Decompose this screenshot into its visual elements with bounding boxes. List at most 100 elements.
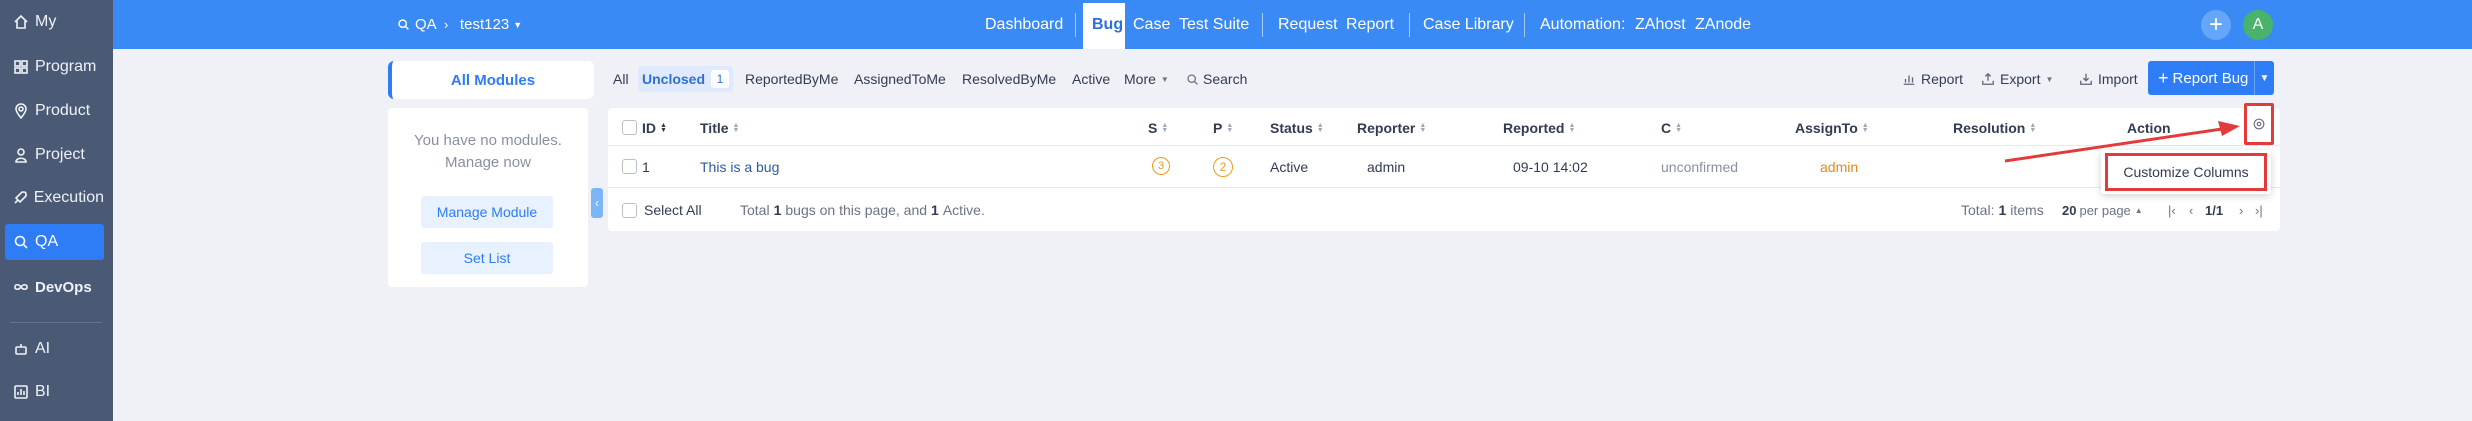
sort-icon: ▲ ▼ bbox=[1316, 122, 1324, 134]
sort-icon: ▲ ▼ bbox=[1226, 122, 1234, 134]
bug-status: Active bbox=[1270, 159, 1309, 175]
nav-bug[interactable]: Bug bbox=[1092, 0, 1123, 49]
column-header-label: AssignTo bbox=[1795, 120, 1858, 136]
chevron-up-icon: ▲ bbox=[2134, 205, 2143, 215]
column-header-resolution[interactable]: Resolution ▲ ▼ bbox=[1953, 119, 2036, 137]
report-bug-main[interactable]: + Report Bug bbox=[2148, 68, 2254, 89]
pin-icon bbox=[12, 102, 30, 120]
per-page-selector[interactable]: 20 per page ▲ bbox=[2062, 200, 2143, 220]
first-page-icon[interactable]: |‹ bbox=[2168, 203, 2176, 218]
column-settings-button[interactable] bbox=[2244, 103, 2274, 145]
column-header-priority[interactable]: P ▲ ▼ bbox=[1213, 119, 1233, 137]
export-label: Export bbox=[2000, 71, 2041, 87]
sidebar-item-my[interactable]: My bbox=[5, 4, 104, 40]
sort-icon: ▲ ▼ bbox=[660, 122, 667, 134]
column-header-label: Reporter bbox=[1357, 120, 1416, 136]
nav-case-library[interactable]: Case Library bbox=[1423, 0, 1514, 49]
breadcrumb-separator-icon: › bbox=[444, 17, 449, 32]
nav-request[interactable]: Request bbox=[1278, 0, 1338, 49]
priority-badge: 2 bbox=[1213, 157, 1233, 177]
nav-divider bbox=[1524, 13, 1525, 37]
column-header-reported[interactable]: Reported ▲ ▼ bbox=[1503, 119, 1575, 137]
summary-count: 1 bbox=[773, 202, 782, 218]
row-checkbox[interactable] bbox=[622, 159, 637, 174]
export-button[interactable]: Export ▼ bbox=[1981, 68, 2053, 90]
per-page-number: 20 bbox=[2062, 202, 2077, 218]
collapse-panel-handle[interactable]: ‹ bbox=[591, 188, 603, 218]
bug-confirmed-status: unconfirmed bbox=[1661, 159, 1739, 175]
nav-zanode[interactable]: ZAnode bbox=[1695, 0, 1751, 49]
sidebar-item-bi[interactable]: BI bbox=[5, 374, 104, 410]
sidebar-item-execution[interactable]: Execution bbox=[5, 180, 104, 216]
column-header-assign-to[interactable]: AssignTo ▲ ▼ bbox=[1795, 119, 1869, 137]
column-settings-dropdown: Customize Columns bbox=[2101, 150, 2271, 194]
nav-zahost[interactable]: ZAhost bbox=[1635, 0, 1686, 49]
bug-title-link[interactable]: This is a bug bbox=[700, 157, 779, 177]
prev-page-icon[interactable]: ‹ bbox=[2189, 203, 2193, 218]
all-modules-tab[interactable]: All Modules bbox=[388, 61, 594, 99]
column-header-label: P bbox=[1213, 120, 1223, 136]
filter-resolved-by-me[interactable]: ResolvedByMe bbox=[962, 68, 1056, 90]
sidebar-item-label: Project bbox=[35, 146, 85, 163]
manage-module-button[interactable]: Manage Module bbox=[421, 196, 553, 228]
nav-report[interactable]: Report bbox=[1346, 0, 1394, 49]
column-header-severity[interactable]: S ▲ ▼ bbox=[1148, 119, 1168, 137]
sidebar-item-project[interactable]: Project bbox=[5, 137, 104, 173]
filter-more[interactable]: More ▼ bbox=[1124, 68, 1169, 90]
next-page-icon[interactable]: › bbox=[2239, 203, 2243, 218]
sidebar-item-devops[interactable]: DevOps bbox=[5, 269, 104, 305]
breadcrumb-product-label: test123 bbox=[460, 16, 510, 33]
filter-unclosed[interactable]: Unclosed 1 bbox=[638, 66, 734, 92]
bug-reported-date: 09-10 14:02 bbox=[1513, 159, 1588, 175]
nav-dashboard[interactable]: Dashboard bbox=[985, 0, 1063, 49]
sidebar-item-label: Execution bbox=[33, 189, 104, 206]
filter-active[interactable]: Active bbox=[1072, 68, 1110, 90]
filter-reported-by-me[interactable]: ReportedByMe bbox=[745, 68, 838, 90]
nav-case[interactable]: Case bbox=[1133, 0, 1170, 49]
sidebar-item-ai[interactable]: AI bbox=[5, 331, 104, 367]
set-list-button[interactable]: Set List bbox=[421, 242, 553, 274]
bug-assign-to[interactable]: admin bbox=[1820, 157, 1858, 177]
select-all-header-checkbox[interactable] bbox=[622, 120, 637, 135]
report-button[interactable]: Report bbox=[1902, 68, 1963, 90]
filter-all[interactable]: All bbox=[613, 68, 629, 90]
search-toggle[interactable]: Search bbox=[1186, 68, 1247, 90]
column-header-label: Title bbox=[700, 120, 729, 136]
column-header-reporter[interactable]: Reporter ▲ ▼ bbox=[1357, 119, 1426, 137]
breadcrumb-module-label: QA bbox=[415, 16, 437, 33]
sidebar-item-qa[interactable]: QA bbox=[5, 224, 104, 260]
quick-create-button[interactable]: + bbox=[2201, 10, 2231, 40]
breadcrumb-module[interactable]: QA bbox=[397, 0, 437, 49]
sidebar-item-program[interactable]: Program bbox=[5, 49, 104, 85]
report-bug-dropdown-toggle[interactable]: ▼ bbox=[2254, 61, 2274, 95]
bug-reporter: admin bbox=[1367, 159, 1406, 175]
select-all-checkbox[interactable] bbox=[622, 203, 637, 218]
last-page-icon[interactable]: ›| bbox=[2255, 203, 2263, 218]
filter-count-badge: 1 bbox=[711, 70, 730, 88]
import-button[interactable]: Import bbox=[2079, 68, 2138, 90]
column-header-title[interactable]: Title ▲ ▼ bbox=[700, 119, 739, 137]
sidebar-divider bbox=[10, 322, 102, 323]
filter-assigned-to-me[interactable]: AssignedToMe bbox=[854, 68, 946, 90]
sort-icon: ▲ ▼ bbox=[1161, 122, 1169, 134]
sidebar-item-label: DevOps bbox=[35, 278, 92, 296]
customize-columns-menu-item[interactable]: Customize Columns bbox=[2105, 153, 2267, 191]
avatar[interactable]: A bbox=[2243, 10, 2273, 40]
report-label: Report bbox=[1921, 71, 1964, 87]
select-all-label[interactable]: Select All bbox=[644, 200, 702, 220]
infinity-icon bbox=[12, 278, 30, 296]
sidebar-item-product[interactable]: Product bbox=[5, 93, 104, 129]
column-header-id[interactable]: ID ▲ ▼ bbox=[642, 119, 667, 137]
column-header-confirmed[interactable]: C ▲ ▼ bbox=[1661, 119, 1682, 137]
search-icon bbox=[397, 18, 410, 31]
report-bug-label: Report Bug bbox=[2172, 69, 2249, 87]
module-tree-panel: You have no modules. Manage now Manage M… bbox=[388, 108, 588, 287]
column-header-status[interactable]: Status ▲ ▼ bbox=[1270, 119, 1324, 137]
report-bug-button[interactable]: + Report Bug ▼ bbox=[2148, 61, 2274, 95]
nav-test-suite[interactable]: Test Suite bbox=[1179, 0, 1249, 49]
priority-value: 2 bbox=[1219, 160, 1227, 174]
sidebar-item-label: AI bbox=[35, 340, 51, 357]
search-label: Search bbox=[1203, 71, 1248, 87]
breadcrumb-product[interactable]: test123 ▼ bbox=[460, 0, 522, 49]
column-header-label: Reported bbox=[1503, 120, 1565, 136]
